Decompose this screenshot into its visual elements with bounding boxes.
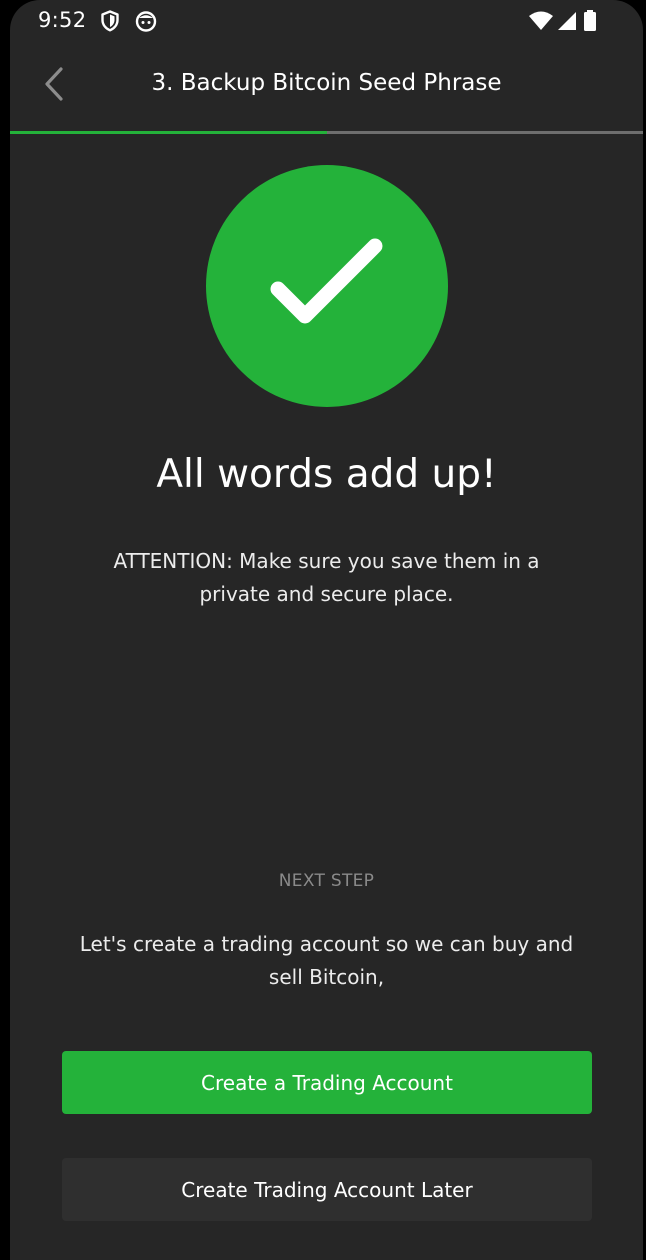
- progress-fill: [10, 131, 327, 134]
- cat-face-icon: [134, 9, 158, 33]
- success-headline: All words add up!: [156, 452, 497, 497]
- chevron-left-icon: [42, 66, 66, 106]
- wifi-icon: [528, 9, 554, 33]
- battery-icon: [582, 9, 598, 33]
- next-step-description: Let's create a trading account so we can…: [79, 932, 574, 989]
- status-bar: 9:52: [10, 0, 643, 42]
- attention-message: ATTENTION: Make sure you save them in a …: [113, 549, 540, 606]
- next-step-label: NEXT STEP: [278, 871, 375, 891]
- back-button[interactable]: [34, 64, 74, 108]
- progress-bar: [10, 131, 643, 134]
- shield-icon: [98, 9, 122, 33]
- success-badge: [206, 165, 448, 407]
- page-title: 3. Backup Bitcoin Seed Phrase: [151, 70, 502, 96]
- screen: 9:52 3. Backup Bitcoin Seed Phrase All w…: [10, 0, 643, 1260]
- status-time: 9:52: [38, 8, 87, 32]
- create-trading-account-later-button[interactable]: Create Trading Account Later: [62, 1158, 592, 1221]
- create-trading-account-button[interactable]: Create a Trading Account: [62, 1051, 592, 1114]
- cell-signal-icon: [556, 9, 580, 33]
- app-header: 3. Backup Bitcoin Seed Phrase: [10, 52, 643, 122]
- checkmark-icon: [262, 234, 392, 338]
